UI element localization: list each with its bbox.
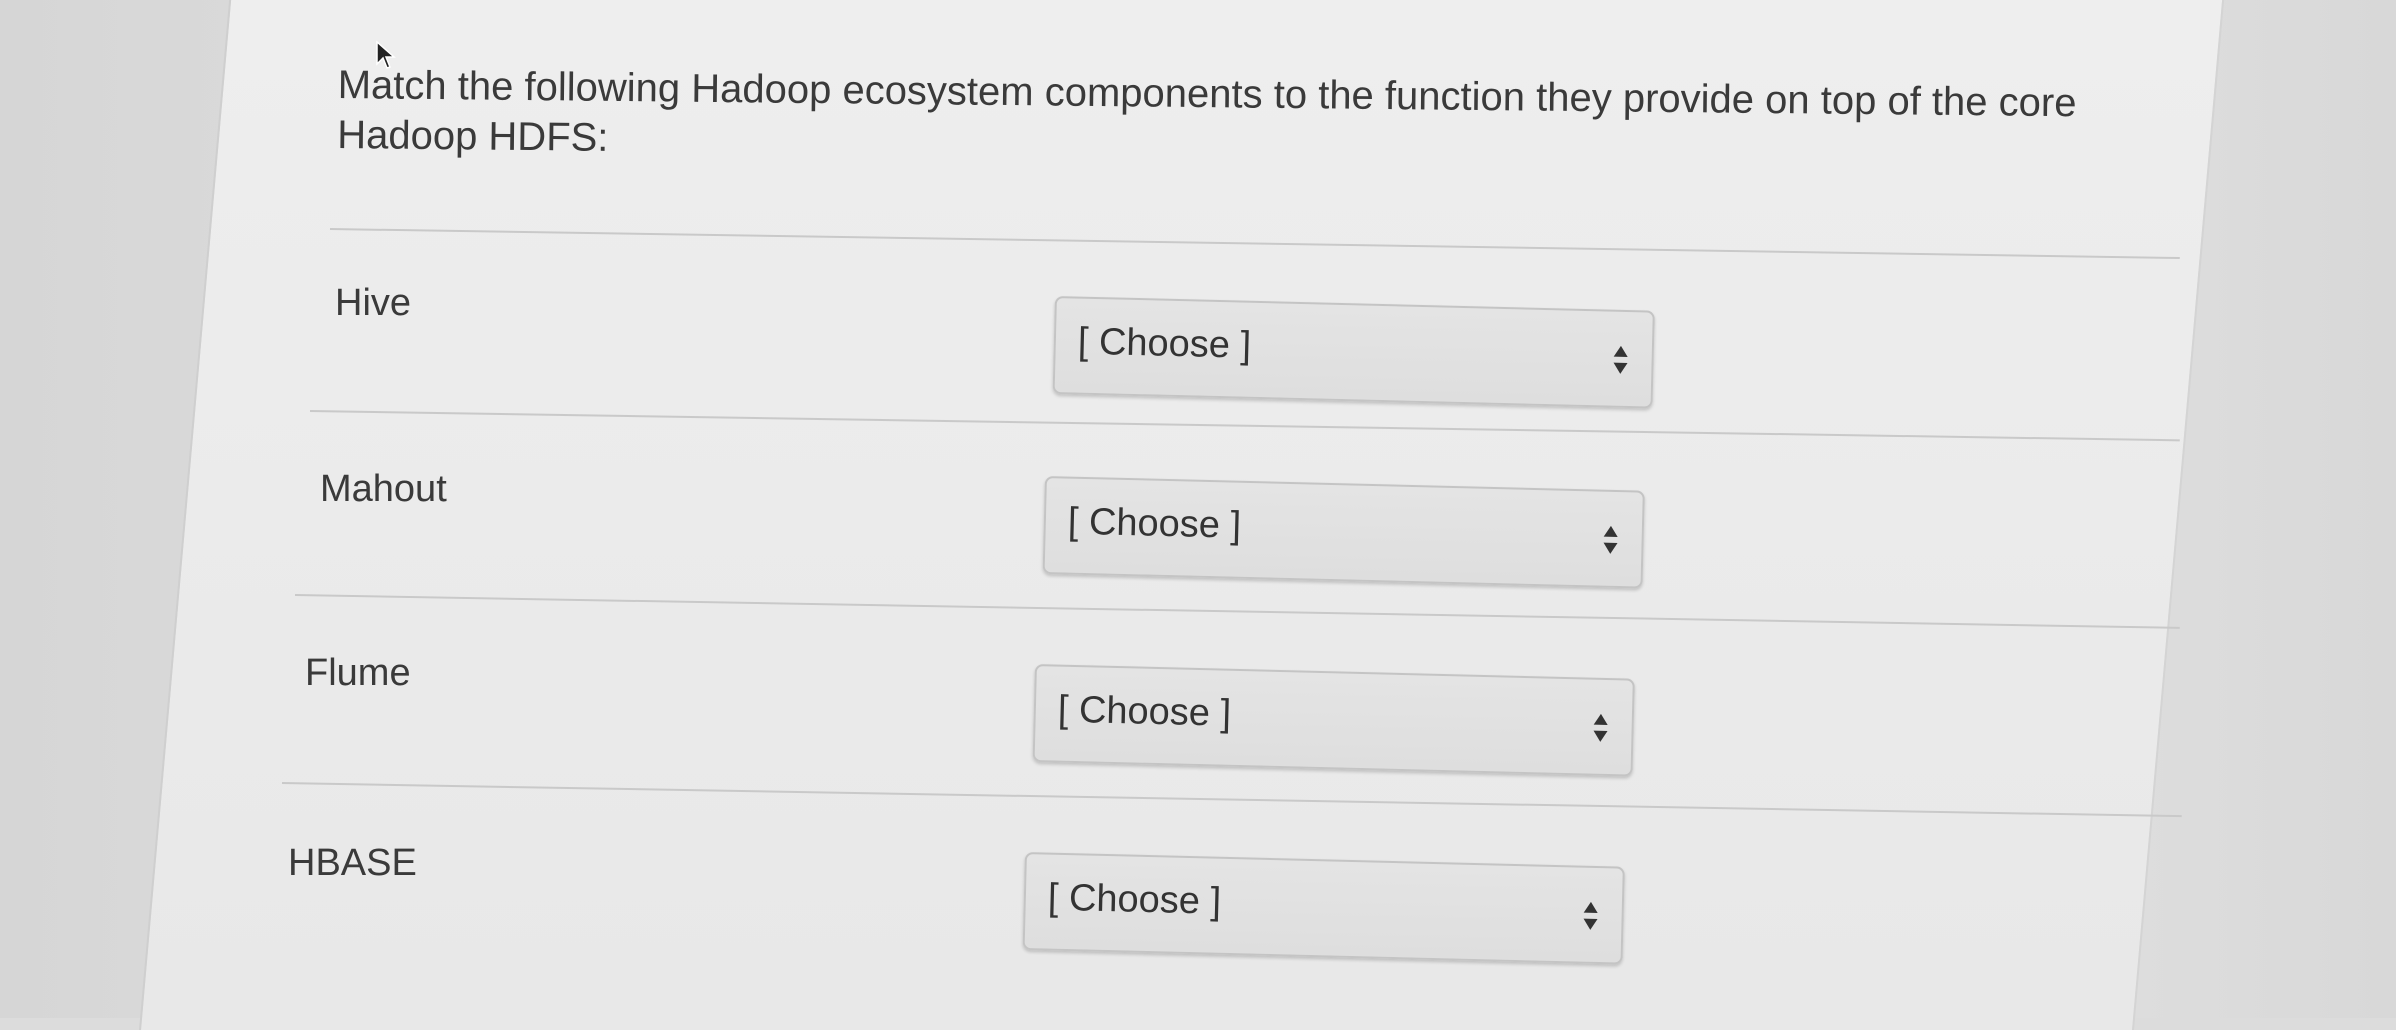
- screen-background: Match the following Hadoop ecosystem com…: [0, 0, 2396, 1030]
- select-hbase[interactable]: [ Choose ]: [1022, 852, 1625, 965]
- mouse-pointer-icon: [376, 40, 396, 69]
- select-hive[interactable]: [ Choose ]: [1052, 296, 1655, 409]
- row-label-hbase: HBASE: [288, 842, 417, 884]
- row-label-flume: Flume: [305, 652, 411, 694]
- up-down-arrows-icon: [1583, 901, 1598, 930]
- select-hive-value: [ Choose ]: [1077, 320, 1252, 367]
- row-label-hive: Hive: [335, 282, 412, 324]
- up-down-arrows-icon: [1613, 345, 1628, 374]
- select-mahout[interactable]: [ Choose ]: [1042, 476, 1645, 589]
- row-label-mahout: Mahout: [320, 468, 447, 510]
- select-mahout-value: [ Choose ]: [1067, 500, 1242, 547]
- question-text: Match the following Hadoop ecosystem com…: [336, 62, 2077, 160]
- select-hbase-value: [ Choose ]: [1047, 876, 1222, 923]
- up-down-arrows-icon: [1593, 713, 1608, 742]
- up-down-arrows-icon: [1603, 525, 1618, 554]
- select-flume-value: [ Choose ]: [1057, 688, 1232, 735]
- select-flume[interactable]: [ Choose ]: [1032, 664, 1635, 777]
